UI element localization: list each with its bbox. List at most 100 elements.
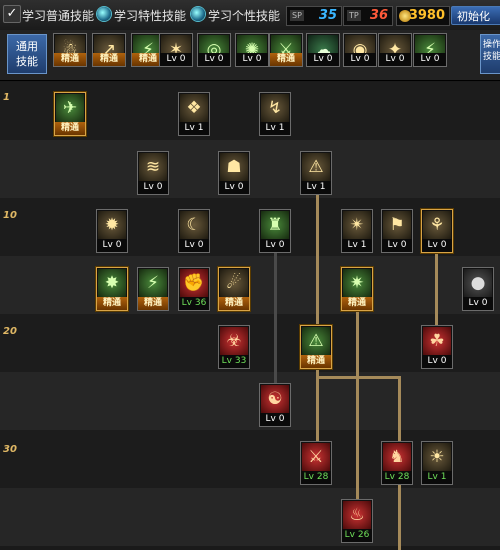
- radio-icon[interactable]: [191, 7, 205, 21]
- tp-points: TP 36: [343, 6, 393, 26]
- skill-icon[interactable]: ↯ Lv 1: [259, 92, 291, 136]
- skill-art-icon: ⚘: [423, 211, 451, 239]
- skill-icon[interactable]: ⚔ 精通: [269, 33, 303, 67]
- skill-icon[interactable]: ● Lv 0: [462, 267, 494, 311]
- skill-icon[interactable]: ⚔ Lv 28: [300, 441, 332, 485]
- skill-art-icon: ☄: [220, 269, 248, 297]
- tree-connector: [316, 376, 400, 379]
- skill-icon[interactable]: ♜ Lv 0: [259, 209, 291, 253]
- skill-icon[interactable]: ✊ Lv 36: [178, 267, 210, 311]
- skill-icon[interactable]: ⚡ Lv 0: [413, 33, 447, 67]
- skill-icon[interactable]: ♞ Lv 28: [381, 441, 413, 485]
- tab-normal-skills[interactable]: 学习普通技能: [22, 7, 94, 24]
- radio-icon[interactable]: [97, 7, 111, 21]
- skill-art-icon: ✊: [180, 269, 208, 297]
- skill-icon[interactable]: ◎ Lv 0: [197, 33, 231, 67]
- gold-display: 3980: [396, 6, 450, 26]
- skill-art-icon: ☯: [261, 385, 289, 413]
- skill-level: 精通: [55, 122, 85, 135]
- skill-art-icon: ⚠: [302, 327, 330, 355]
- tree-row: [0, 140, 500, 198]
- skill-level: 精通: [93, 53, 125, 66]
- skill-icon[interactable]: ☗ Lv 0: [218, 151, 250, 195]
- skill-art-icon: ⚑: [383, 211, 411, 239]
- skill-art-icon: ✷: [343, 269, 371, 297]
- skill-icon[interactable]: ☀ Lv 1: [421, 441, 453, 485]
- tab-personal-skills[interactable]: 学习个性技能: [208, 7, 280, 24]
- skill-level: Lv 0: [422, 355, 452, 368]
- skill-level: Lv 0: [379, 53, 411, 66]
- skill-level: Lv 0: [414, 53, 446, 66]
- skill-icon[interactable]: ☘ Lv 0: [421, 325, 453, 369]
- tree-connector: [435, 252, 438, 326]
- sp-value: 35: [318, 8, 337, 23]
- skill-icon[interactable]: ⚑ Lv 0: [381, 209, 413, 253]
- skill-art-icon: ≋: [139, 153, 167, 181]
- tree-connector: [274, 252, 277, 386]
- skill-art-icon: ●: [464, 269, 492, 297]
- skill-level: Lv 0: [97, 239, 127, 252]
- skill-icon[interactable]: ✦ Lv 0: [378, 33, 412, 67]
- skill-icon[interactable]: ✹ Lv 0: [96, 209, 128, 253]
- skill-icon[interactable]: ⚘ Lv 0: [421, 209, 453, 253]
- skill-level: Lv 0: [422, 239, 452, 252]
- tree-connector: [356, 364, 359, 504]
- skill-level: 精通: [301, 355, 331, 368]
- skill-level: Lv 28: [301, 471, 331, 484]
- skill-art-icon: ☘: [423, 327, 451, 355]
- skill-level: 精通: [219, 297, 249, 310]
- skill-level: Lv 0: [179, 239, 209, 252]
- common-label-line1: 通用: [16, 40, 38, 53]
- skill-icon[interactable]: ⚠ Lv 1: [300, 151, 332, 195]
- skill-icon[interactable]: ✺ Lv 0: [235, 33, 269, 67]
- skill-level: Lv 1: [422, 471, 452, 484]
- skill-level: Lv 1: [342, 239, 372, 252]
- skill-icon[interactable]: ❖ Lv 1: [178, 92, 210, 136]
- skill-icon[interactable]: ☁ Lv 0: [306, 33, 340, 67]
- skill-icon[interactable]: ☃ 精通: [53, 33, 87, 67]
- sp-tag: SP: [290, 10, 304, 21]
- skill-icon[interactable]: ☄ 精通: [218, 267, 250, 311]
- skill-level: Lv 0: [260, 413, 290, 426]
- skill-level: 精通: [342, 297, 372, 310]
- skill-level: 精通: [97, 297, 127, 310]
- skill-icon[interactable]: ✶ Lv 0: [159, 33, 193, 67]
- skill-art-icon: ⚔: [302, 443, 330, 471]
- skill-icon[interactable]: ☣ Lv 33: [218, 325, 250, 369]
- skill-art-icon: ☗: [220, 153, 248, 181]
- skill-icon[interactable]: ⚡ 精通: [137, 267, 169, 311]
- checkmark-icon[interactable]: ✓: [3, 5, 21, 23]
- side-panel-button[interactable]: 操作技能: [480, 34, 500, 74]
- tab-trait-skills[interactable]: 学习特性技能: [114, 7, 186, 24]
- skill-icon[interactable]: ⚠ 精通: [300, 325, 332, 369]
- skill-level: Lv 0: [198, 53, 230, 66]
- skill-level: Lv 0: [219, 181, 249, 194]
- skill-level: Lv 28: [382, 471, 412, 484]
- skill-level: 精通: [270, 53, 302, 66]
- skill-icon[interactable]: ✸ 精通: [96, 267, 128, 311]
- skill-level: Lv 0: [236, 53, 268, 66]
- skill-icon[interactable]: ↗ 精通: [92, 33, 126, 67]
- skill-level: Lv 0: [138, 181, 168, 194]
- skill-icon[interactable]: ✴ Lv 1: [341, 209, 373, 253]
- skill-icon[interactable]: ✈ 精通: [54, 92, 86, 136]
- skill-level: Lv 0: [382, 239, 412, 252]
- skill-icon[interactable]: ☾ Lv 0: [178, 209, 210, 253]
- skill-icon[interactable]: ✷ 精通: [341, 267, 373, 311]
- skill-level: Lv 0: [344, 53, 376, 66]
- skill-art-icon: ✸: [98, 269, 126, 297]
- skill-level: Lv 1: [179, 122, 209, 135]
- tree-connector: [316, 376, 319, 442]
- skill-art-icon: ✈: [56, 94, 84, 122]
- skill-icon[interactable]: ☯ Lv 0: [259, 383, 291, 427]
- skill-art-icon: ♞: [383, 443, 411, 471]
- skill-art-icon: ↯: [261, 94, 289, 122]
- skill-art-icon: ✹: [98, 211, 126, 239]
- common-skills-label: 通用 技能: [7, 34, 47, 74]
- reset-button[interactable]: 初始化: [451, 6, 500, 25]
- skill-icon[interactable]: ♨ Lv 26: [341, 499, 373, 543]
- skill-icon[interactable]: ≋ Lv 0: [137, 151, 169, 195]
- skill-icon[interactable]: ◉ Lv 0: [343, 33, 377, 67]
- skill-level: Lv 0: [463, 297, 493, 310]
- skill-level: 精通: [138, 297, 168, 310]
